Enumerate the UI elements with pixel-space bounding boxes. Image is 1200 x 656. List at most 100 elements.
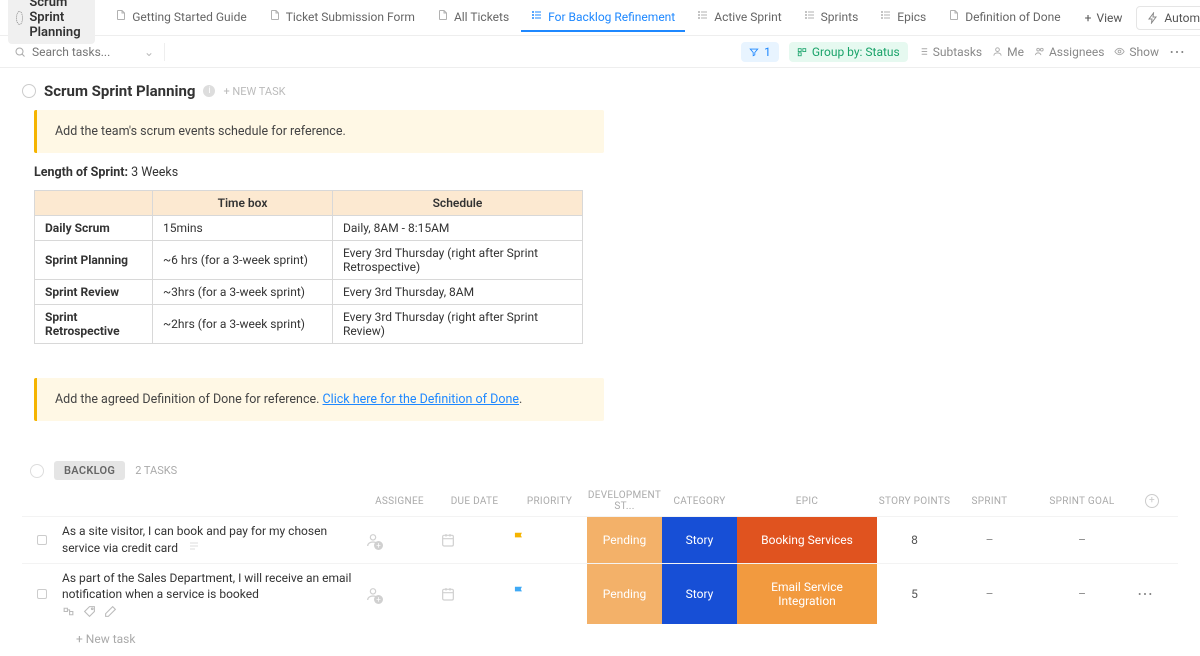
schedule-table: Time boxSchedule Daily Scrum15minsDaily,… xyxy=(34,190,583,344)
me-filter[interactable]: Me xyxy=(992,45,1024,59)
top-bar: Scrum Sprint Planning Getting Started Gu… xyxy=(0,0,1200,36)
assignees-filter[interactable]: Assignees xyxy=(1034,45,1104,59)
group-by-pill[interactable]: Group by: Status xyxy=(789,42,908,62)
column-header[interactable]: DEVELOPMENT ST... xyxy=(587,490,662,512)
task-title[interactable]: As part of the Sales Department, I will … xyxy=(62,564,362,625)
edit-icon[interactable] xyxy=(104,605,117,618)
dev-status-badge[interactable]: Pending xyxy=(587,517,662,563)
description-icon xyxy=(187,540,201,552)
subtasks-icon xyxy=(918,46,929,57)
eye-icon xyxy=(1114,46,1125,57)
more-menu[interactable]: ⋯ xyxy=(1169,42,1186,61)
divider xyxy=(164,43,165,61)
add-view-label: View xyxy=(1096,11,1122,25)
column-header[interactable]: SPRINT GOAL xyxy=(1027,496,1137,507)
table-cell: ~2hrs (for a 3-week sprint) xyxy=(153,305,333,344)
column-header[interactable]: DUE DATE xyxy=(437,496,512,507)
tab-label: Definition of Done xyxy=(965,10,1060,24)
story-points[interactable]: 8 xyxy=(877,533,952,547)
epic-badge[interactable]: Booking Services xyxy=(737,517,877,563)
column-header[interactable]: EPIC xyxy=(737,496,877,507)
bolt-icon xyxy=(1147,12,1159,24)
tab-active-sprint[interactable]: Active Sprint xyxy=(687,3,791,32)
add-column-button[interactable]: + xyxy=(1145,494,1159,508)
callout-text: Add the team's scrum events schedule for… xyxy=(55,124,346,139)
new-task-inline[interactable]: + NEW TASK xyxy=(223,85,285,98)
add-view-button[interactable]: + View xyxy=(1075,7,1133,29)
subtasks-toggle[interactable]: Subtasks xyxy=(918,45,982,59)
status-checkbox[interactable] xyxy=(37,589,47,599)
group-collapse-icon[interactable] xyxy=(30,464,44,478)
table-row: Sprint Retrospective~2hrs (for a 3-week … xyxy=(35,305,583,344)
table-cell: ~3hrs (for a 3-week sprint) xyxy=(153,280,333,305)
group-name[interactable]: BACKLOG xyxy=(54,461,125,480)
callout-dod: Add the agreed Definition of Done for re… xyxy=(34,378,604,421)
status-checkbox[interactable] xyxy=(37,535,47,545)
column-header[interactable]: SPRINT xyxy=(952,496,1027,507)
person-icon xyxy=(992,46,1003,57)
search-input[interactable] xyxy=(32,45,132,59)
flag-icon[interactable] xyxy=(512,531,526,545)
tag-icon[interactable] xyxy=(83,605,96,618)
list-icon xyxy=(531,9,543,24)
sprint-length: Length of Sprint: 3 Weeks xyxy=(34,165,1178,180)
tab-all-tickets[interactable]: All Tickets xyxy=(427,3,519,32)
tab-label: Active Sprint xyxy=(714,10,781,24)
story-points[interactable]: 5 xyxy=(877,587,952,601)
flag-icon[interactable] xyxy=(512,585,526,599)
due-date-add[interactable] xyxy=(437,529,459,551)
filter-count: 1 xyxy=(764,45,771,59)
column-header[interactable]: ASSIGNEE xyxy=(362,496,437,507)
assignee-add[interactable]: + xyxy=(362,583,384,605)
task-title[interactable]: As a site visitor, I can book and pay fo… xyxy=(62,517,362,563)
tab-for-backlog-refinement[interactable]: For Backlog Refinement xyxy=(521,3,685,32)
epic-badge[interactable]: Email Service Integration xyxy=(737,564,877,625)
chevron-down-icon[interactable]: ⌄ xyxy=(144,45,154,59)
doc-icon xyxy=(948,9,960,24)
category-badge[interactable]: Story xyxy=(662,564,737,625)
due-date-add[interactable] xyxy=(437,583,459,605)
column-header[interactable]: CATEGORY xyxy=(662,496,737,507)
status-group: BACKLOG 2 TASKS ASSIGNEEDUE DATEPRIORITY… xyxy=(22,461,1178,646)
table-header: Schedule xyxy=(333,191,583,216)
table-cell: Sprint Planning xyxy=(35,241,153,280)
collapse-icon[interactable] xyxy=(22,84,36,98)
table-cell: Every 3rd Thursday (right after Sprint R… xyxy=(333,241,583,280)
tab-sprints[interactable]: Sprints xyxy=(794,3,869,32)
workspace-title-chip[interactable]: Scrum Sprint Planning xyxy=(8,0,95,44)
category-badge[interactable]: Story xyxy=(662,517,737,563)
search-box[interactable]: ⌄ xyxy=(14,45,154,59)
tab-epics[interactable]: Epics xyxy=(870,3,936,32)
task-row[interactable]: As part of the Sales Department, I will … xyxy=(22,563,1178,625)
sprint-cell[interactable]: – xyxy=(952,533,1027,547)
tab-ticket-submission-form[interactable]: Ticket Submission Form xyxy=(259,3,425,32)
search-icon xyxy=(14,46,26,58)
table-cell: Daily Scrum xyxy=(35,216,153,241)
column-header[interactable]: STORY POINTS xyxy=(877,496,952,507)
show-toggle[interactable]: Show xyxy=(1114,45,1159,59)
table-header: Time box xyxy=(153,191,333,216)
sprint-goal-cell[interactable]: – xyxy=(1027,533,1137,547)
column-header[interactable]: PRIORITY xyxy=(512,496,587,507)
table-cell: 15mins xyxy=(153,216,333,241)
filter-pill[interactable]: 1 xyxy=(741,42,779,62)
automate-button[interactable]: Automate ⌄ xyxy=(1136,6,1200,30)
workspace-title: Scrum Sprint Planning xyxy=(29,0,87,40)
people-icon xyxy=(1034,46,1045,57)
tab-getting-started-guide[interactable]: Getting Started Guide xyxy=(105,3,256,32)
info-icon[interactable]: i xyxy=(203,85,215,97)
table-row: Daily Scrum15minsDaily, 8AM - 8:15AM xyxy=(35,216,583,241)
new-task-row[interactable]: + New task xyxy=(22,624,1178,646)
dev-status-badge[interactable]: Pending xyxy=(587,564,662,625)
sprint-goal-cell[interactable]: – xyxy=(1027,587,1137,601)
assignee-add[interactable]: + xyxy=(362,529,384,551)
row-more-menu[interactable]: ⋯ xyxy=(1137,584,1154,603)
sprint-cell[interactable]: – xyxy=(952,587,1027,601)
subtask-icon[interactable] xyxy=(62,605,75,618)
tab-definition-of-done[interactable]: Definition of Done xyxy=(938,3,1070,32)
topbar-right: Automate ⌄ Share xyxy=(1136,6,1200,30)
task-row[interactable]: As a site visitor, I can book and pay fo… xyxy=(22,516,1178,563)
dod-link[interactable]: Click here for the Definition of Done xyxy=(323,392,519,407)
plus-icon: + xyxy=(1085,11,1092,25)
doc-icon xyxy=(115,9,127,24)
